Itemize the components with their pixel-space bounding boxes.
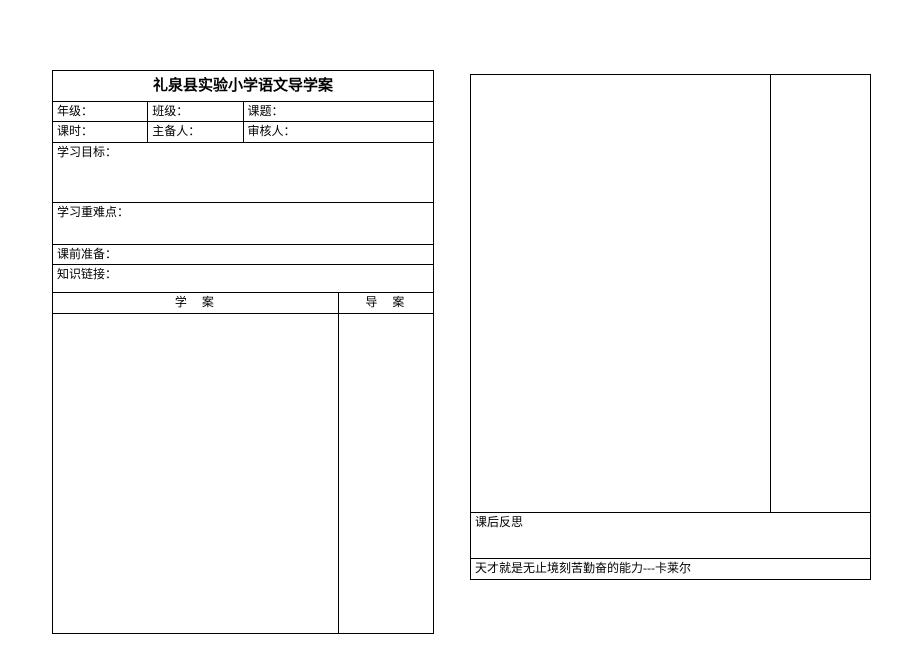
page-right: 课后反思 天才就是无止境刻苦勤奋的能力---卡莱尔 [470,74,870,580]
label-link: 知识链接： [53,265,434,293]
label-difficulty: 学习重难点： [53,202,434,244]
title: 礼泉县实验小学语文导学案 [53,71,434,102]
guide-body [338,313,433,633]
lesson-table-right: 课后反思 天才就是无止境刻苦勤奋的能力---卡莱尔 [470,74,871,580]
label-topic: 课题： [243,101,434,122]
label-preparer: 主备人： [148,122,243,143]
study-body [53,313,339,633]
right-body-left [471,75,771,513]
label-period: 课时： [53,122,148,143]
right-body-right [771,75,871,513]
label-reflect: 课后反思 [471,513,871,559]
label-class: 班级： [148,101,243,122]
label-grade: 年级： [53,101,148,122]
col-guide: 导 案 [338,293,433,314]
lesson-table-left: 礼泉县实验小学语文导学案 年级： 班级： 课题： 课时： 主备人： 审核人： 学… [52,70,434,634]
page-left: 礼泉县实验小学语文导学案 年级： 班级： 课题： 课时： 主备人： 审核人： 学… [52,70,434,634]
label-preclass: 课前准备： [53,244,434,265]
col-study: 学 案 [53,293,339,314]
label-reviewer: 审核人： [243,122,434,143]
quote: 天才就是无止境刻苦勤奋的能力---卡莱尔 [471,559,871,580]
label-goals: 学习目标： [53,142,434,202]
